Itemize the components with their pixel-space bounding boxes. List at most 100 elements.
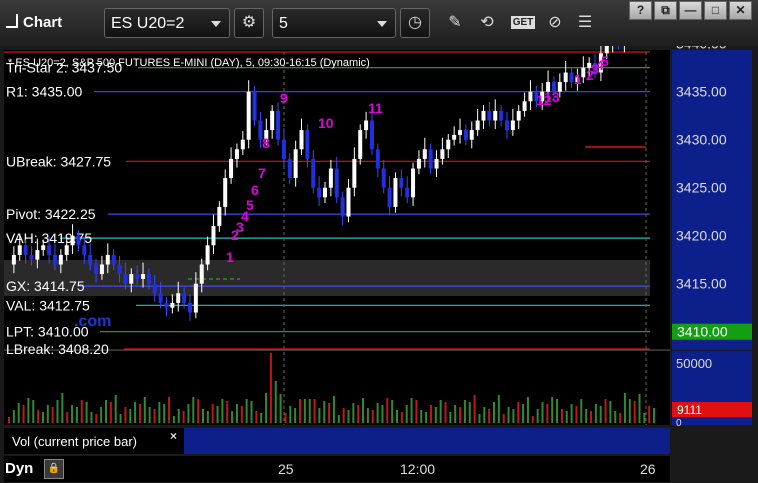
volume-bar xyxy=(483,407,486,423)
volume-bar xyxy=(206,411,209,423)
count-label: 8 xyxy=(262,135,270,151)
candle-body xyxy=(323,187,327,198)
get-icon: GET xyxy=(510,16,536,29)
candle-body xyxy=(293,149,298,179)
volume-bar xyxy=(284,413,287,423)
price-tag: 3410.00 xyxy=(677,324,728,340)
volume-bar xyxy=(478,414,481,423)
candle-body xyxy=(199,264,204,284)
chevron-down-icon xyxy=(377,21,387,27)
minimize-button[interactable]: — xyxy=(679,1,702,20)
volume-bar xyxy=(182,411,185,423)
interval-combo[interactable]: 5 xyxy=(272,8,396,38)
volume-legend-strip xyxy=(184,428,670,454)
volume-bar xyxy=(46,405,49,423)
volume-bar xyxy=(260,413,263,423)
volume-bar xyxy=(371,410,374,423)
volume-bar xyxy=(517,402,520,423)
volume-bar xyxy=(653,408,656,423)
volume-bar xyxy=(420,410,423,423)
volume-bar xyxy=(51,407,54,423)
volume-bar xyxy=(37,410,40,423)
candle-body xyxy=(234,149,239,159)
symbol-combo[interactable]: ES U20=2 xyxy=(104,8,230,38)
candle-body xyxy=(463,130,468,140)
volume-bar xyxy=(347,410,350,423)
candle-body xyxy=(416,158,421,169)
gear-icon: ⚙ xyxy=(241,14,257,31)
link-icon: ⊘ xyxy=(548,14,562,31)
volume-bar xyxy=(235,404,238,423)
volume-bar xyxy=(95,414,98,423)
lock-icon[interactable]: 🔒 xyxy=(44,459,64,479)
price-axis-label: 3415.00 xyxy=(676,276,727,292)
price-chart[interactable]: R2: 3442.25Tri-Star 2: 3437.50R1: 3435.0… xyxy=(0,46,758,482)
volume-bar xyxy=(628,399,631,423)
restore-button[interactable]: ⧉ xyxy=(654,1,677,20)
volume-bar xyxy=(352,403,355,423)
close-volume-icon[interactable]: × xyxy=(170,429,177,443)
volume-bar xyxy=(425,412,428,423)
volume-bar xyxy=(148,407,151,423)
menu-button[interactable]: ☰ xyxy=(572,10,598,36)
time-button[interactable]: ◷ xyxy=(400,8,430,38)
candle-body xyxy=(123,274,128,284)
volume-bar xyxy=(265,393,268,423)
candle-body xyxy=(270,110,275,131)
draw-pencil-button[interactable]: ✎ xyxy=(442,10,468,36)
volume-bar xyxy=(90,412,93,423)
pencil-icon: ✎ xyxy=(448,14,462,31)
volume-bar xyxy=(143,397,146,423)
candle-body xyxy=(64,245,69,255)
candle-body xyxy=(499,110,504,121)
candle-body xyxy=(76,235,81,246)
watermark: .com xyxy=(74,313,111,330)
candle-body xyxy=(217,206,222,227)
volume-bar xyxy=(66,412,69,423)
candle-body xyxy=(446,139,451,150)
settings-button[interactable]: ⚙ xyxy=(234,8,264,38)
volume-bar xyxy=(575,406,578,423)
volume-bar xyxy=(56,400,59,423)
volume-bar xyxy=(289,406,292,423)
menu-icon: ☰ xyxy=(577,14,593,31)
volume-bar xyxy=(192,397,195,423)
count-label: 9 xyxy=(280,90,288,106)
candle-body xyxy=(581,67,586,78)
close-button[interactable]: ✕ xyxy=(729,1,752,20)
level-label: Pivot: 3422.25 xyxy=(6,206,96,222)
candle-body xyxy=(176,293,181,303)
link-button[interactable]: ⊘ xyxy=(542,10,568,36)
volume-bar xyxy=(522,404,525,423)
candle-body xyxy=(393,178,398,207)
volume-bar xyxy=(468,402,471,423)
volume-bar xyxy=(400,412,403,423)
studies-button[interactable]: ⟲ xyxy=(474,10,500,36)
volume-bar xyxy=(512,409,515,423)
volume-bar xyxy=(604,399,607,423)
candle-body xyxy=(229,158,234,179)
volume-bar xyxy=(308,399,311,423)
candle-body xyxy=(52,254,57,265)
candle-body xyxy=(276,110,281,140)
count-label: 6 xyxy=(251,182,259,198)
chart-title: Chart xyxy=(6,14,62,31)
volume-bar xyxy=(594,404,597,423)
candle-body xyxy=(569,72,574,83)
candle-body xyxy=(111,254,116,265)
maximize-button[interactable]: □ xyxy=(704,1,727,20)
candle-body xyxy=(117,264,122,275)
candle-body xyxy=(187,302,192,313)
volume-bar xyxy=(114,395,117,423)
chevron-down-icon xyxy=(211,21,221,27)
volume-bar xyxy=(158,402,161,423)
help-button[interactable]: ? xyxy=(629,1,652,20)
get-data-button[interactable]: GET xyxy=(506,10,540,36)
volume-bar xyxy=(526,397,529,423)
candle-body xyxy=(428,149,433,169)
volume-bar xyxy=(357,405,360,423)
level-label: VAL: 3412.75 xyxy=(6,297,90,313)
dyn-label: Dyn xyxy=(5,460,34,477)
volume-bar xyxy=(599,406,602,423)
volume-legend: Vol (current price bar) xyxy=(12,434,137,449)
